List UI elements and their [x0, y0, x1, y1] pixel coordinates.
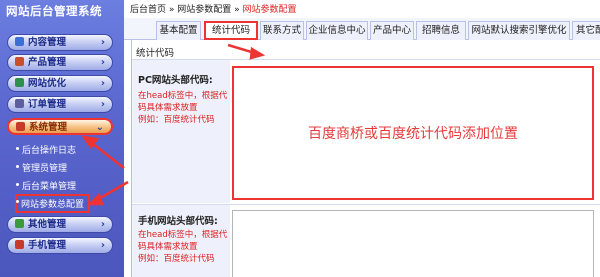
submenu-admin[interactable]: 管理员管理 — [16, 161, 68, 174]
menu-label: 内容管理 — [28, 37, 67, 48]
menu-label: 手机管理 — [28, 240, 67, 251]
hint-line: 在head标签中，根据代 — [138, 91, 228, 101]
menu-product[interactable]: 产品管理 › — [7, 54, 113, 71]
tab-jobs[interactable]: 招聘信息 — [416, 21, 466, 40]
admin-page: 网站后台管理系统 内容管理 › 产品管理 › 网站优化 › 订单管理 › 系统管… — [0, 0, 600, 277]
breadcrumb-separator: » — [166, 5, 178, 15]
textarea-annotation: 百度商桥或百度统计代码添加位置 — [308, 126, 518, 142]
chevron-right-icon: › — [100, 99, 105, 110]
tab-seo-default[interactable]: 网站默认搜索引擎优化 — [468, 21, 570, 40]
pc-code-hint: 在head标签中，根据代 码具体需求放置 例如：百度统计代码 — [138, 90, 230, 126]
chevron-right-icon: › — [100, 37, 105, 48]
submenu-label: 后台菜单管理 — [22, 182, 77, 192]
tab-contact[interactable]: 联系方式 — [260, 21, 304, 40]
tools-icon — [16, 122, 25, 131]
breadcrumb-config[interactable]: 网站参数配置 — [177, 5, 231, 15]
hint-line: 码具体需求放置 — [138, 242, 198, 252]
main-content: 后台首页 » 网站参数配置 » 网站参数配置 基本配置 统计代码 联系方式 企业… — [124, 0, 600, 277]
menu-mobile[interactable]: 手机管理 › — [7, 237, 113, 254]
mobile-head-code-textarea[interactable] — [232, 210, 594, 277]
order-icon — [15, 99, 24, 108]
tools-icon — [15, 240, 24, 249]
tab-basic[interactable]: 基本配置 — [156, 21, 201, 40]
menu-system[interactable]: 系统管理 ⌄ — [7, 118, 113, 135]
submenu-label: 后台操作日志 — [22, 146, 77, 156]
chart-icon — [15, 78, 24, 87]
submenu-menu-manage[interactable]: 后台菜单管理 — [16, 179, 77, 192]
submenu-label: 管理员管理 — [22, 164, 68, 174]
menu-content[interactable]: 内容管理 › — [7, 34, 113, 51]
app-title: 网站后台管理系统 — [6, 4, 102, 18]
menu-seo[interactable]: 网站优化 › — [7, 75, 113, 92]
mobile-label-cell: 手机网站头部代码: 在head标签中，根据代 码具体需求放置 例如：百度统计代码 — [132, 205, 230, 277]
mobile-code-label: 手机网站头部代码: — [138, 216, 218, 227]
hint-line: 码具体需求放置 — [138, 103, 198, 113]
content-icon — [15, 37, 24, 46]
section-title: 统计代码 — [136, 48, 175, 59]
bullet-icon — [16, 165, 19, 168]
tab-stats-code[interactable]: 统计代码 — [204, 21, 258, 40]
menu-order[interactable]: 订单管理 › — [7, 96, 113, 113]
puzzle-icon — [15, 219, 24, 228]
chevron-right-icon: › — [100, 78, 105, 89]
tab-company-info[interactable]: 企业信息中心 — [306, 21, 368, 40]
menu-other[interactable]: 其他管理 › — [7, 216, 113, 233]
menu-label: 产品管理 — [28, 57, 67, 68]
config-panel: 统计代码 PC网站头部代码: 在head标签中，根据代 码具体需求放置 例如：百… — [131, 40, 600, 277]
chevron-down-icon: ⌄ — [95, 122, 104, 133]
bullet-icon — [16, 200, 19, 203]
bullet-icon — [16, 147, 19, 150]
submenu-operation-log[interactable]: 后台操作日志 — [16, 143, 77, 156]
hint-line: 例如：百度统计代码 — [138, 254, 215, 264]
chevron-right-icon: › — [100, 219, 105, 230]
tab-bar: 基本配置 统计代码 联系方式 企业信息中心 产品中心 招聘信息 网站默认搜索引擎… — [124, 18, 600, 40]
chevron-right-icon: › — [100, 57, 105, 68]
product-icon — [15, 57, 24, 66]
menu-label: 系统管理 — [29, 122, 68, 133]
breadcrumb-home[interactable]: 后台首页 — [130, 5, 166, 15]
sidebar: 网站后台管理系统 内容管理 › 产品管理 › 网站优化 › 订单管理 › 系统管… — [0, 0, 124, 277]
pc-code-label: PC网站头部代码: — [138, 75, 213, 86]
breadcrumb-separator: » — [231, 5, 243, 15]
menu-label: 网站优化 — [28, 78, 67, 89]
chevron-right-icon: › — [100, 240, 105, 251]
tab-products[interactable]: 产品中心 — [370, 21, 414, 40]
hint-line: 例如：百度统计代码 — [138, 115, 215, 125]
tab-other[interactable]: 其它配 — [572, 21, 600, 40]
menu-label: 订单管理 — [28, 99, 67, 110]
menu-label: 其他管理 — [28, 219, 67, 230]
pc-head-code-textarea[interactable]: 百度商桥或百度统计代码添加位置 — [232, 66, 594, 200]
pc-label-cell: PC网站头部代码: 在head标签中，根据代 码具体需求放置 例如：百度统计代码 — [132, 60, 230, 203]
breadcrumb: 后台首页 » 网站参数配置 » 网站参数配置 — [130, 2, 297, 15]
breadcrumb-current: 网站参数配置 — [242, 5, 297, 15]
submenu-label: 网站参数总配置 — [21, 200, 85, 210]
submenu-site-config[interactable]: 网站参数总配置 — [15, 194, 91, 213]
mobile-code-hint: 在head标签中，根据代 码具体需求放置 例如：百度统计代码 — [138, 229, 230, 265]
hint-line: 在head标签中，根据代 — [138, 230, 228, 240]
bullet-icon — [16, 183, 19, 186]
